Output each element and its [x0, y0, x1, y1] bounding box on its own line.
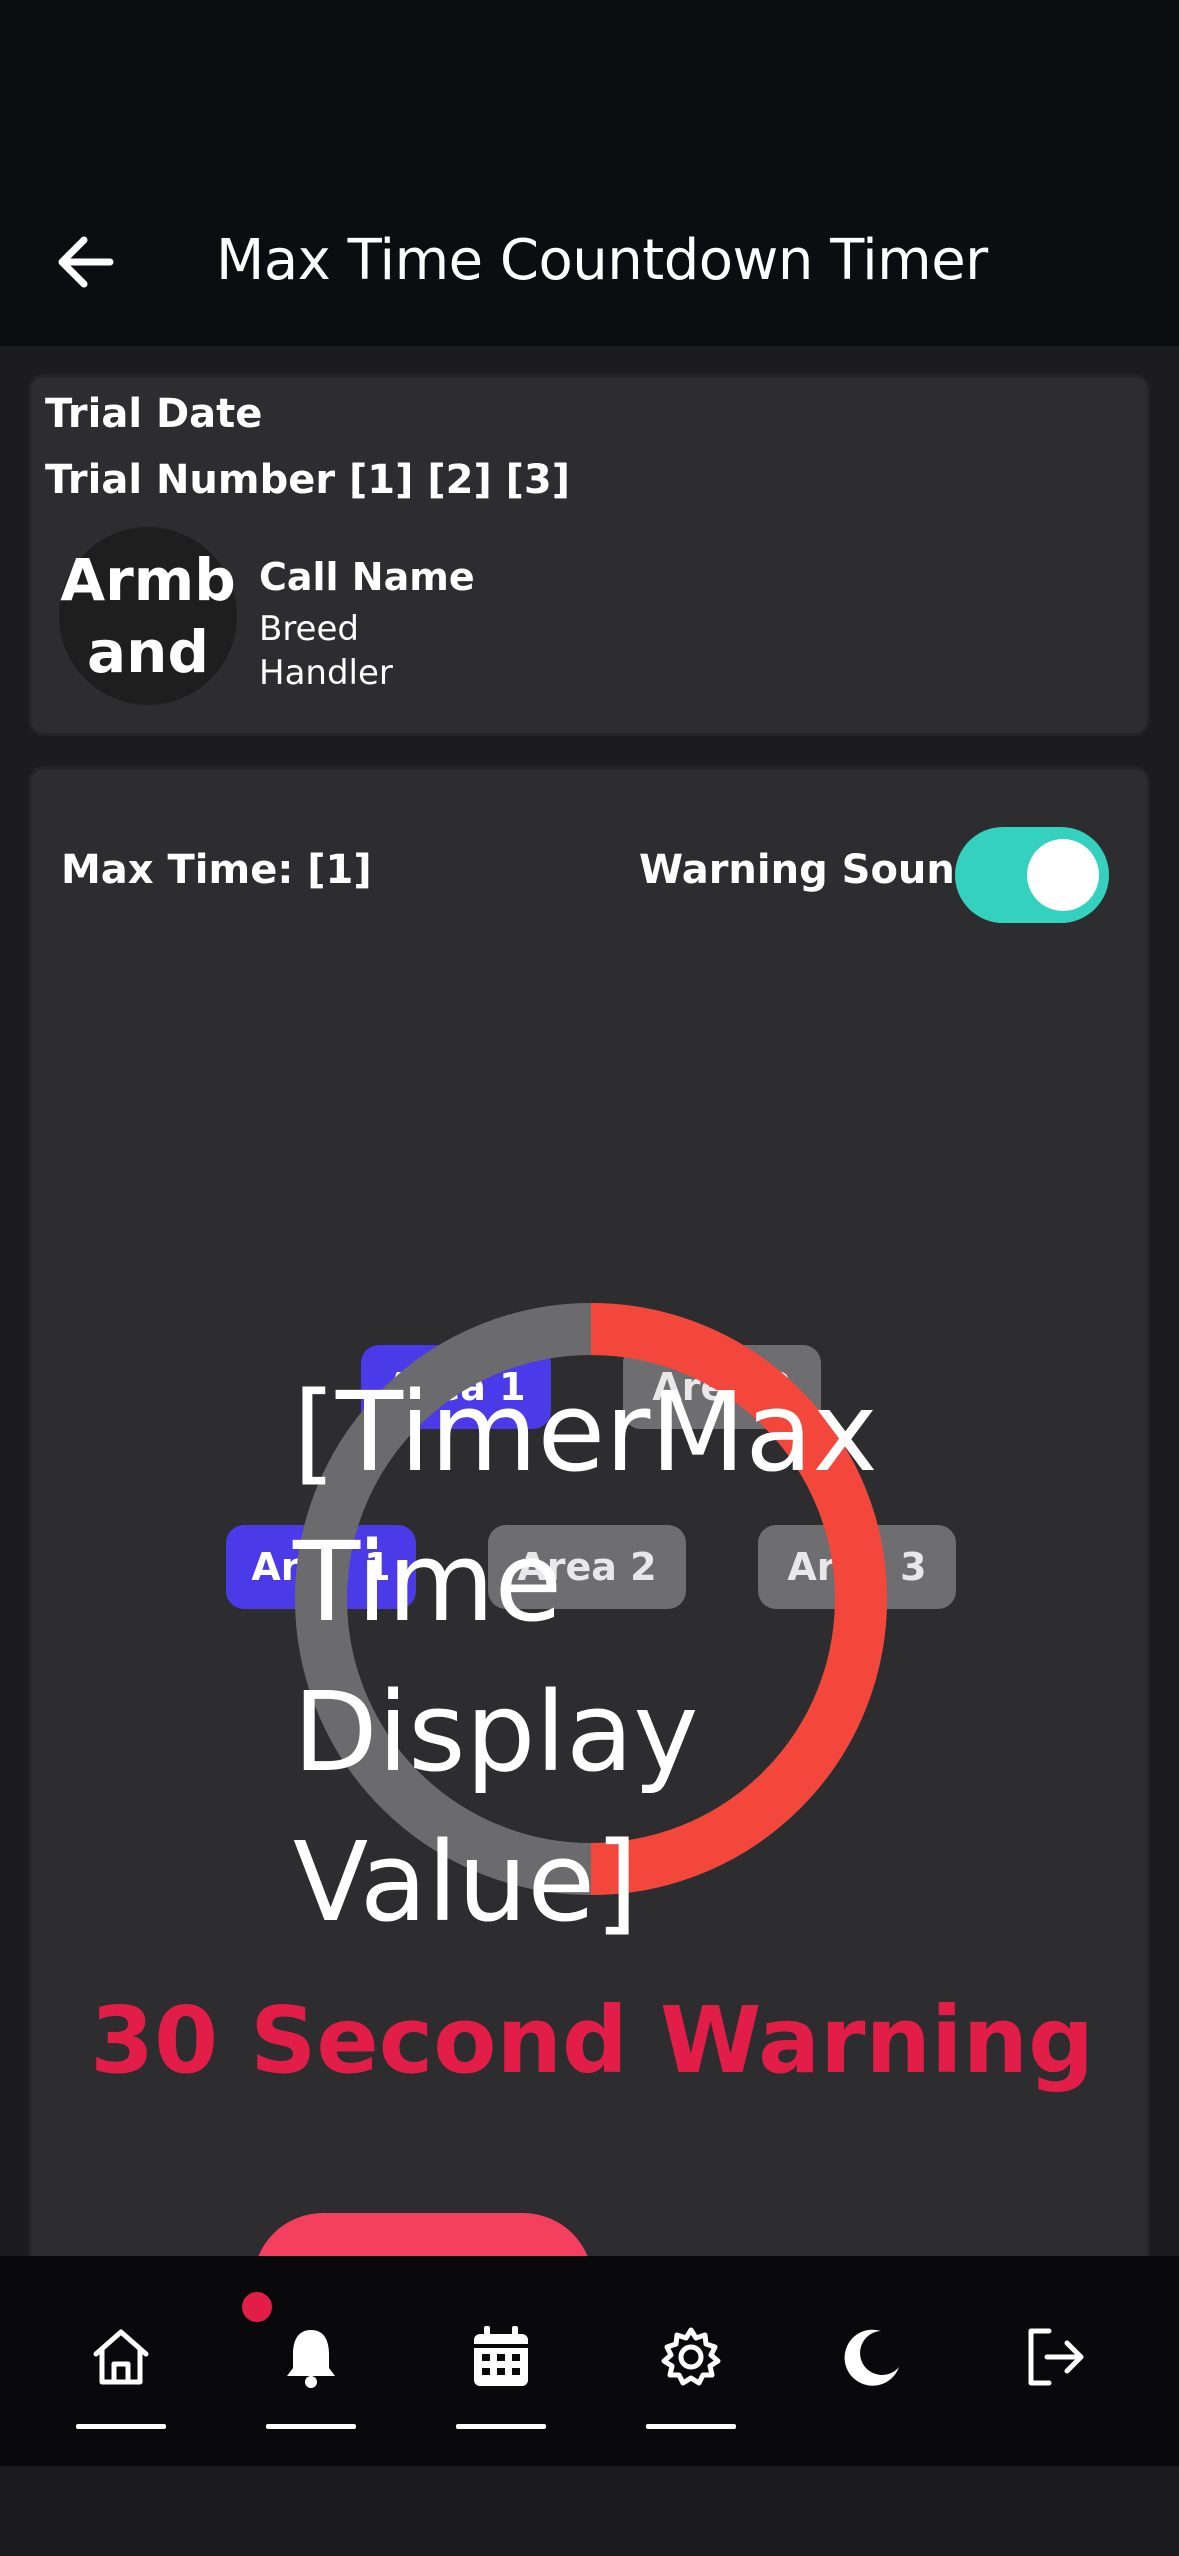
- page-title: Max Time Countdown Timer: [216, 228, 988, 293]
- breed: Breed: [259, 609, 359, 649]
- toggle-knob: [1027, 839, 1099, 911]
- content-area: Trial Date Trial Number [1] [2] [3] Armb…: [0, 346, 1179, 2256]
- warning-sound-toggle[interactable]: [955, 827, 1109, 923]
- nav-dark-mode[interactable]: [808, 2256, 938, 2466]
- nav-calendar[interactable]: [436, 2256, 566, 2466]
- thirty-second-warning: 30 Second Warning: [90, 1987, 1094, 2094]
- gear-icon: [656, 2322, 726, 2392]
- nav-underline: [646, 2424, 736, 2429]
- arrow-left-icon: [54, 230, 118, 298]
- armband-text: Armband: [60, 545, 236, 687]
- trial-number: Trial Number [1] [2] [3]: [45, 457, 571, 503]
- call-name: Call Name: [259, 555, 475, 599]
- nav-underline: [456, 2424, 546, 2429]
- avatar: Armband: [59, 527, 237, 705]
- max-time-label: Max Time: [1]: [61, 847, 372, 893]
- bottom-nav: [0, 2256, 1179, 2466]
- home-indicator-area: [0, 2466, 1179, 2556]
- warning-sound-label: Warning Sound: [639, 847, 984, 893]
- logout-icon: [1020, 2322, 1090, 2392]
- timer-display: [TimerMax Time Display Value]: [293, 1368, 878, 1946]
- nav-settings[interactable]: [626, 2256, 756, 2466]
- nav-home[interactable]: [56, 2256, 186, 2466]
- nav-underline: [76, 2424, 166, 2429]
- back-button[interactable]: [46, 224, 126, 304]
- app-header: Max Time Countdown Timer: [0, 180, 1179, 346]
- handler: Handler: [259, 653, 393, 693]
- home-icon: [86, 2322, 156, 2392]
- nav-notifications[interactable]: [246, 2256, 376, 2466]
- trial-date: Trial Date: [45, 391, 263, 437]
- timer-card: Max Time: [1] Warning Sound Area 1 Area …: [28, 766, 1150, 2256]
- status-bar: [0, 0, 1179, 180]
- calendar-icon: [466, 2322, 536, 2392]
- moon-icon: [838, 2322, 908, 2392]
- dog-info-card: Trial Date Trial Number [1] [2] [3] Armb…: [28, 374, 1150, 736]
- notification-badge: [242, 2292, 272, 2322]
- bell-icon: [276, 2322, 346, 2392]
- nav-underline: [266, 2424, 356, 2429]
- start-timer-button[interactable]: [253, 2213, 593, 2256]
- nav-logout[interactable]: [990, 2256, 1120, 2466]
